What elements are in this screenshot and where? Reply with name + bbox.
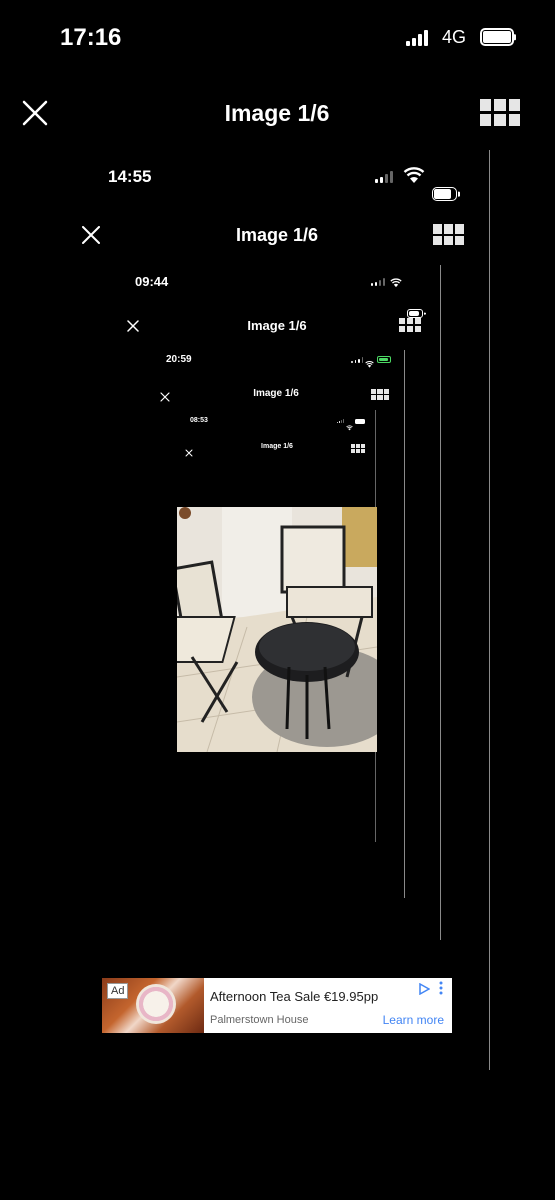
- status-time: 17:16: [60, 24, 122, 51]
- screen-edge: [489, 150, 490, 1070]
- screen-edge: [404, 350, 405, 898]
- page-title: Image 1/6: [261, 443, 293, 450]
- grid-icon[interactable]: [351, 444, 365, 453]
- ad-advertiser: Palmerstown House: [210, 1014, 309, 1026]
- close-icon[interactable]: [82, 226, 100, 244]
- signal-icon: [375, 171, 395, 183]
- ad-label: Ad: [107, 983, 129, 999]
- page-title: Image 1/6: [224, 100, 330, 126]
- signal-icon: [337, 419, 345, 423]
- ad-headline[interactable]: Afternoon Tea Sale €19.95pp: [210, 989, 378, 1004]
- wifi-icon: [403, 167, 425, 189]
- battery-icon: [355, 419, 365, 424]
- signal-icon: [371, 278, 387, 286]
- wifi-icon: [365, 355, 374, 373]
- status-time: 09:44: [135, 274, 169, 289]
- status-time: 14:55: [108, 167, 152, 186]
- battery-icon: [407, 309, 423, 318]
- ad-banner[interactable]: Ad Afternoon Tea Sale €19.95pp Palmersto…: [102, 978, 452, 1033]
- more-vertical-icon[interactable]: [439, 981, 443, 1000]
- wifi-icon: [346, 418, 353, 436]
- screen-edge: [440, 265, 441, 940]
- listing-photo[interactable]: [177, 507, 377, 752]
- signal-icon: [351, 357, 365, 363]
- page-title: Image 1/6: [247, 318, 307, 333]
- close-icon[interactable]: [160, 389, 170, 402]
- grid-icon[interactable]: [371, 389, 389, 400]
- grid-icon[interactable]: [433, 224, 464, 245]
- close-icon[interactable]: [185, 444, 193, 457]
- page-title: Image 1/6: [253, 388, 299, 399]
- close-icon[interactable]: [127, 319, 139, 332]
- ad-learn-more-link[interactable]: Learn more: [383, 1013, 444, 1027]
- battery-icon: [377, 356, 391, 363]
- close-icon[interactable]: [22, 100, 48, 126]
- network-label: 4G: [442, 27, 467, 47]
- page-title: Image 1/6: [235, 225, 319, 245]
- status-time: 20:59: [166, 354, 192, 365]
- battery-icon: [432, 187, 457, 201]
- grid-icon[interactable]: [399, 318, 421, 332]
- grid-icon[interactable]: [480, 99, 520, 126]
- battery-icon: [480, 28, 514, 46]
- wifi-icon: [390, 275, 402, 293]
- ad-choices-icon[interactable]: [418, 982, 431, 1000]
- status-bar: 17:16 4G: [0, 0, 555, 51]
- signal-icon: [406, 30, 430, 46]
- status-time: 08:53: [190, 417, 208, 424]
